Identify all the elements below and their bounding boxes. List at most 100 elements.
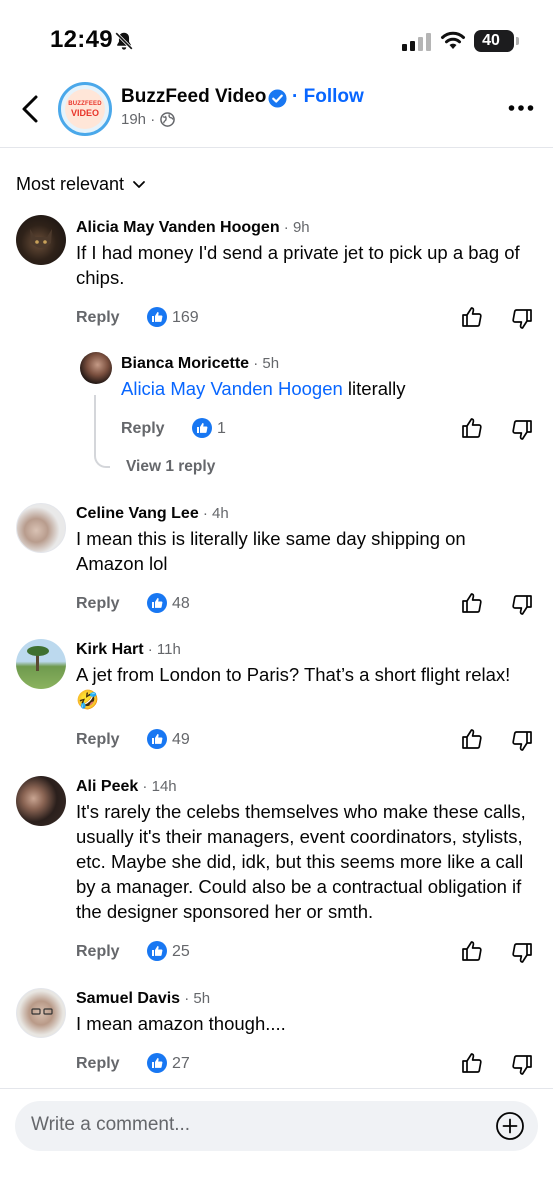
bell-slash-icon [115, 32, 133, 50]
follow-label: Follow [303, 86, 364, 107]
thumbs-up-icon[interactable] [461, 728, 483, 750]
follow-button[interactable]: · Follow [292, 86, 364, 108]
thumbs-down-icon[interactable] [511, 1054, 533, 1076]
avatar[interactable] [80, 352, 112, 384]
comment-actions: Reply 48 [0, 593, 553, 617]
comment-text: I mean this is literally like same day s… [76, 528, 466, 574]
follow-separator: · [292, 86, 299, 107]
page-avatar[interactable]: BUZZFEED VIDEO [58, 82, 112, 136]
status-bar: 12:49 40 [0, 0, 553, 80]
comment-actions: Reply 169 [0, 307, 553, 331]
thumbs-up-icon[interactable] [461, 306, 483, 328]
like-count: 27 [172, 1055, 190, 1072]
chevron-down-icon [133, 181, 145, 188]
like-icon [147, 593, 167, 613]
comment-input[interactable]: Write a comment... [15, 1101, 538, 1151]
like-count: 48 [172, 595, 190, 612]
battery-tip [516, 37, 519, 45]
like-count: 1 [217, 420, 226, 437]
reply-button[interactable]: Reply [76, 1055, 120, 1073]
battery-level: 40 [482, 32, 500, 49]
comment-composer: Write a comment... [0, 1088, 553, 1200]
like-count: 169 [172, 309, 199, 326]
comment-author[interactable]: Celine Vang Lee · 4h [76, 505, 229, 523]
comment-time: · 5h [249, 355, 280, 372]
post-meta: 19h · [121, 111, 176, 128]
thumbs-up-icon[interactable] [461, 592, 483, 614]
comment-text: Alicia May Vanden Hoogen literally [121, 376, 541, 401]
comment-time: · 4h [198, 505, 229, 522]
avatar[interactable] [16, 776, 66, 826]
verified-badge-icon [268, 89, 287, 108]
author-name: Kirk Hart [76, 641, 144, 658]
more-icon[interactable] [508, 104, 534, 112]
post-header: BUZZFEED VIDEO BuzzFeed Video · Follow 1… [0, 80, 553, 148]
logo-text-top: BUZZFEED [68, 100, 102, 107]
comment-author[interactable]: Kirk Hart · 11h [76, 641, 181, 659]
author-name: Alicia May Vanden Hoogen [76, 219, 280, 236]
comment-text: I mean amazon though.... [76, 1013, 286, 1034]
thumbs-down-icon[interactable] [511, 419, 533, 441]
reply-button[interactable]: Reply [76, 595, 120, 613]
comment-author[interactable]: Bianca Moricette · 5h [121, 355, 279, 373]
reply-button[interactable]: Reply [76, 943, 120, 961]
globe-icon [160, 112, 176, 127]
comment-text: A jet from London to Paris? That’s a sho… [76, 662, 541, 712]
reply-button[interactable]: Reply [76, 731, 120, 749]
avatar[interactable] [16, 639, 66, 689]
like-count: 25 [172, 943, 190, 960]
view-replies-link[interactable]: View 1 reply [126, 458, 215, 476]
reply-button[interactable]: Reply [76, 309, 120, 327]
buzzfeed-video-logo: BUZZFEED VIDEO [65, 89, 105, 129]
rofl-emoji: 🤣 [76, 689, 100, 710]
like-icon [192, 418, 212, 438]
thumbs-down-icon[interactable] [511, 730, 533, 752]
like-count: 49 [172, 731, 190, 748]
wifi-icon [441, 31, 465, 49]
comment-actions: Reply 49 [0, 729, 553, 753]
like-icon [147, 1053, 167, 1073]
comment-author[interactable]: Ali Peek · 14h [76, 778, 177, 796]
author-name: Ali Peek [76, 778, 139, 795]
author-name: Bianca Moricette [121, 355, 250, 372]
comment-author[interactable]: Samuel Davis · 5h [76, 990, 210, 1008]
logo-text-bottom: VIDEO [70, 107, 99, 118]
thumbs-down-icon[interactable] [511, 594, 533, 616]
comment-text: If I had money I'd send a private jet to… [76, 242, 520, 288]
comment-placeholder: Write a comment... [31, 1114, 191, 1135]
author-name: Samuel Davis [76, 990, 181, 1007]
reply-button[interactable]: Reply [121, 420, 165, 438]
comment-actions: Reply 27 [0, 1053, 553, 1077]
avatar[interactable] [16, 988, 66, 1038]
comment-time: · 9h [279, 219, 310, 236]
plus-circle-icon[interactable] [495, 1111, 525, 1141]
comment-actions: Reply 25 [0, 941, 553, 965]
thumbs-up-icon[interactable] [461, 417, 483, 439]
thumbs-up-icon[interactable] [461, 1052, 483, 1074]
comment-time: · 11h [143, 641, 181, 658]
like-icon [147, 729, 167, 749]
like-icon [147, 941, 167, 961]
like-icon [147, 307, 167, 327]
comment-text: It's rarely the celebs themselves who ma… [76, 801, 526, 922]
signal-icon [402, 33, 431, 51]
avatar[interactable] [16, 215, 66, 265]
post-timestamp: 19h · [121, 111, 156, 128]
comment-time: · 14h [138, 778, 177, 795]
comment-body: A jet from London to Paris? That’s a sho… [76, 664, 511, 685]
comment-actions: Reply 1 [0, 418, 553, 442]
comment-time: · 5h [180, 990, 211, 1007]
sort-label: Most relevant [16, 174, 125, 194]
thumbs-down-icon[interactable] [511, 942, 533, 964]
battery-icon: 40 [474, 30, 514, 52]
thumbs-up-icon[interactable] [461, 940, 483, 962]
page-name[interactable]: BuzzFeed Video [121, 86, 266, 108]
sort-dropdown[interactable]: Most relevant [16, 174, 146, 195]
comment-author[interactable]: Alicia May Vanden Hoogen · 9h [76, 219, 310, 237]
status-time: 12:49 [50, 26, 113, 53]
back-chevron-icon[interactable] [18, 94, 44, 124]
mention-link[interactable]: Alicia May Vanden Hoogen [121, 378, 343, 399]
thumbs-down-icon[interactable] [511, 308, 533, 330]
avatar[interactable] [16, 503, 66, 553]
author-name: Celine Vang Lee [76, 505, 199, 522]
